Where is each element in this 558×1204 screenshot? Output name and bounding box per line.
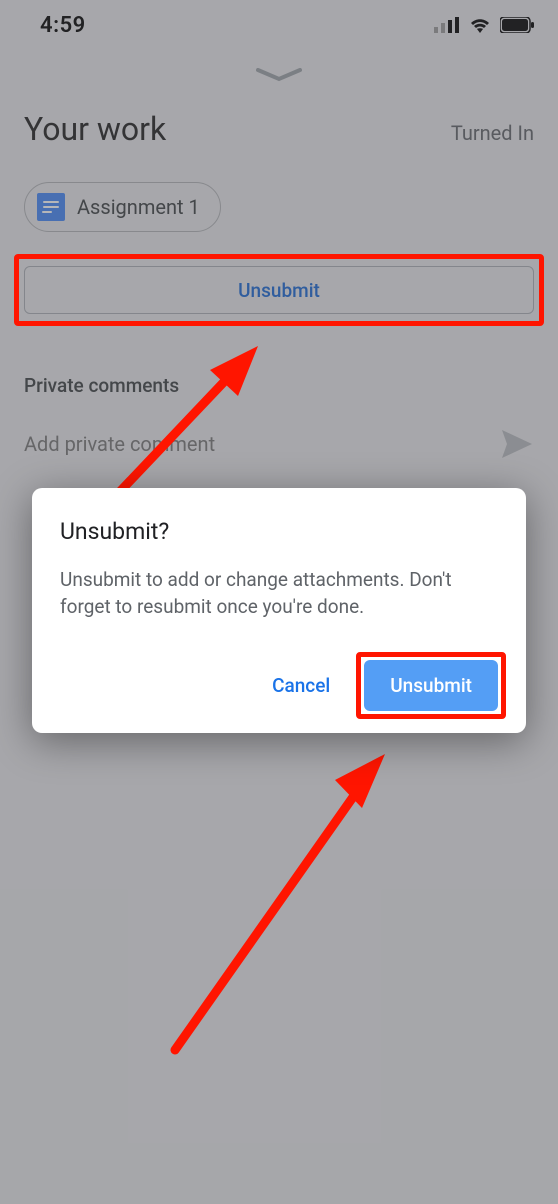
annotation-highlight [14, 254, 544, 326]
annotation-highlight [356, 652, 506, 719]
cancel-button[interactable]: Cancel [266, 664, 336, 707]
dialog-body: Unsubmit to add or change attachments. D… [60, 567, 498, 620]
dialog-title: Unsubmit? [60, 518, 498, 545]
unsubmit-dialog: Unsubmit? Unsubmit to add or change atta… [32, 488, 526, 733]
